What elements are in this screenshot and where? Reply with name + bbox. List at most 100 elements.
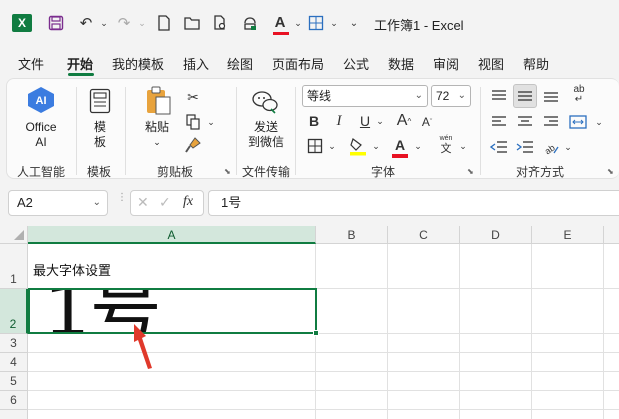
tab-data[interactable]: 数据 xyxy=(388,54,414,73)
wrap-text-icon[interactable]: ab ↵ xyxy=(567,83,591,107)
row-header-5[interactable]: 5 xyxy=(0,372,28,391)
align-left-icon[interactable] xyxy=(488,111,510,133)
column-header-d[interactable]: D xyxy=(460,226,532,244)
italic-button[interactable]: I xyxy=(331,112,347,130)
print-preview-icon[interactable] xyxy=(210,13,230,33)
tab-file[interactable]: 文件 xyxy=(18,54,44,73)
select-all-corner[interactable] xyxy=(0,226,28,244)
confirm-entry-icon[interactable]: ✓ xyxy=(159,194,171,211)
row-header-4[interactable]: 4 xyxy=(0,353,28,372)
align-bottom-icon[interactable] xyxy=(540,85,562,107)
row-header-3[interactable]: 3 xyxy=(0,334,28,353)
increase-font-size-icon[interactable]: A ^ xyxy=(394,111,414,131)
row-header-1[interactable]: 1 xyxy=(0,244,28,289)
borders-quick-icon[interactable] xyxy=(306,13,326,33)
excel-logo-icon: X xyxy=(12,14,32,32)
row-header-2[interactable]: 2 xyxy=(0,289,28,334)
phonetic-dropdown-icon[interactable]: ⌄ xyxy=(458,139,468,153)
undo-icon[interactable]: ↶ xyxy=(76,13,96,33)
align-right-icon[interactable] xyxy=(540,111,562,133)
wechat-transfer-icon[interactable] xyxy=(251,88,279,116)
clipboard-dialog-launcher-icon[interactable]: ⬊ xyxy=(224,167,231,176)
borders-quick-dropdown-icon[interactable]: ⌄ xyxy=(324,13,344,33)
tab-insert[interactable]: 插入 xyxy=(183,54,209,73)
paste-button[interactable]: 粘贴 ⌄ xyxy=(139,120,175,150)
copy-icon[interactable] xyxy=(183,112,203,132)
row-header-6[interactable]: 6 xyxy=(0,391,28,410)
column-header-c[interactable]: C xyxy=(388,226,460,244)
cancel-entry-icon[interactable]: ✕ xyxy=(137,194,149,211)
fill-color-icon[interactable] xyxy=(347,136,369,156)
merge-center-icon[interactable] xyxy=(567,111,589,133)
send-to-wechat-button[interactable]: 发送 到微信 xyxy=(243,120,289,150)
decrease-indent-icon[interactable] xyxy=(488,136,510,158)
align-middle-icon[interactable] xyxy=(513,84,537,108)
font-color-icon[interactable]: A xyxy=(389,134,411,158)
row-header-7[interactable] xyxy=(0,410,28,419)
formula-bar-grip-icon[interactable]: ⋮ xyxy=(117,193,127,210)
format-painter-icon[interactable] xyxy=(183,135,203,155)
redo-dropdown-icon[interactable]: ⌄ xyxy=(132,13,152,33)
undo-dropdown-icon[interactable]: ⌄ xyxy=(94,13,114,33)
tab-help[interactable]: 帮助 xyxy=(523,54,549,73)
office-ai-icon[interactable]: AI xyxy=(24,85,58,115)
font-color-dropdown-icon[interactable]: ⌄ xyxy=(413,139,423,153)
name-box[interactable]: A2 ⌄ xyxy=(8,190,108,216)
font-color-quick-dropdown-icon[interactable]: ⌄ xyxy=(288,13,308,33)
column-header-e[interactable]: E xyxy=(532,226,604,244)
font-color-quick-icon[interactable]: A xyxy=(270,13,290,35)
borders-icon[interactable] xyxy=(306,137,324,155)
borders-dropdown-icon[interactable]: ⌄ xyxy=(327,139,337,153)
underline-dropdown-icon[interactable]: ⌄ xyxy=(375,114,385,128)
fill-handle[interactable] xyxy=(313,330,319,336)
tab-home[interactable]: 开始 xyxy=(67,54,93,73)
font-size-dropdown-icon[interactable]: ⌄ xyxy=(458,86,466,106)
font-dialog-launcher-icon[interactable]: ⬊ xyxy=(467,167,474,176)
new-file-icon[interactable] xyxy=(154,13,174,33)
increase-indent-icon[interactable] xyxy=(514,136,536,158)
customize-quick-access-icon[interactable]: ⌄ xyxy=(344,13,364,33)
tab-view[interactable]: 视图 xyxy=(478,54,504,73)
cut-icon[interactable]: ✂ xyxy=(183,87,203,107)
template-icon[interactable] xyxy=(87,87,113,115)
alignment-dialog-launcher-icon[interactable]: ⬊ xyxy=(607,167,614,176)
align-center-icon[interactable] xyxy=(514,111,536,133)
bold-button[interactable]: B xyxy=(306,112,322,130)
tab-my-templates[interactable]: 我的模板 xyxy=(112,54,164,73)
orientation-icon[interactable]: ab xyxy=(540,136,562,158)
tab-review[interactable]: 审阅 xyxy=(433,54,459,73)
column-header-b[interactable]: B xyxy=(316,226,388,244)
tab-draw[interactable]: 绘图 xyxy=(227,54,253,73)
insert-function-button[interactable]: fx xyxy=(183,194,193,210)
phonetic-guide-icon[interactable]: wén 文 xyxy=(435,134,457,156)
office-ai-button[interactable]: Office AI xyxy=(17,120,65,150)
orientation-dropdown-icon[interactable]: ⌄ xyxy=(563,140,573,154)
format-painter-quick-icon[interactable] xyxy=(240,13,260,33)
name-box-dropdown-icon[interactable]: ⌄ xyxy=(93,191,101,215)
decrease-font-size-icon[interactable]: Aˇ xyxy=(419,113,435,131)
group-label-file-transfer: 文件传输 xyxy=(242,165,291,179)
column-header-f[interactable] xyxy=(604,226,619,244)
template-button[interactable]: 模 板 xyxy=(85,120,115,150)
font-name-combobox[interactable]: 等线 ⌄ xyxy=(302,85,428,107)
cell-a1[interactable]: 最大字体设置 xyxy=(33,260,111,279)
tab-page-layout[interactable]: 页面布局 xyxy=(272,54,324,73)
merge-dropdown-icon[interactable]: ⌄ xyxy=(593,115,605,129)
redo-icon[interactable]: ↷ xyxy=(114,13,134,33)
open-folder-icon[interactable] xyxy=(182,13,202,33)
office-ai-label-line1: Office xyxy=(25,120,57,134)
font-size-combobox[interactable]: 72 ⌄ xyxy=(431,85,471,107)
copy-dropdown-icon[interactable]: ⌄ xyxy=(205,115,217,129)
formula-input[interactable]: 1号 xyxy=(208,190,619,216)
spreadsheet-grid[interactable]: A B C D E 1 2 3 4 5 6 最大字体设置 1号 xyxy=(0,226,619,419)
group-label-clipboard: 剪贴板 xyxy=(157,165,194,179)
save-icon[interactable] xyxy=(46,13,66,33)
align-top-icon[interactable] xyxy=(488,85,510,107)
underline-button[interactable]: U xyxy=(357,112,373,130)
tab-formulas[interactable]: 公式 xyxy=(343,54,369,73)
font-name-dropdown-icon[interactable]: ⌄ xyxy=(415,86,423,106)
fill-color-dropdown-icon[interactable]: ⌄ xyxy=(371,139,381,153)
paste-icon[interactable] xyxy=(143,85,173,117)
gridline xyxy=(459,244,460,419)
column-header-a[interactable]: A xyxy=(28,226,316,244)
